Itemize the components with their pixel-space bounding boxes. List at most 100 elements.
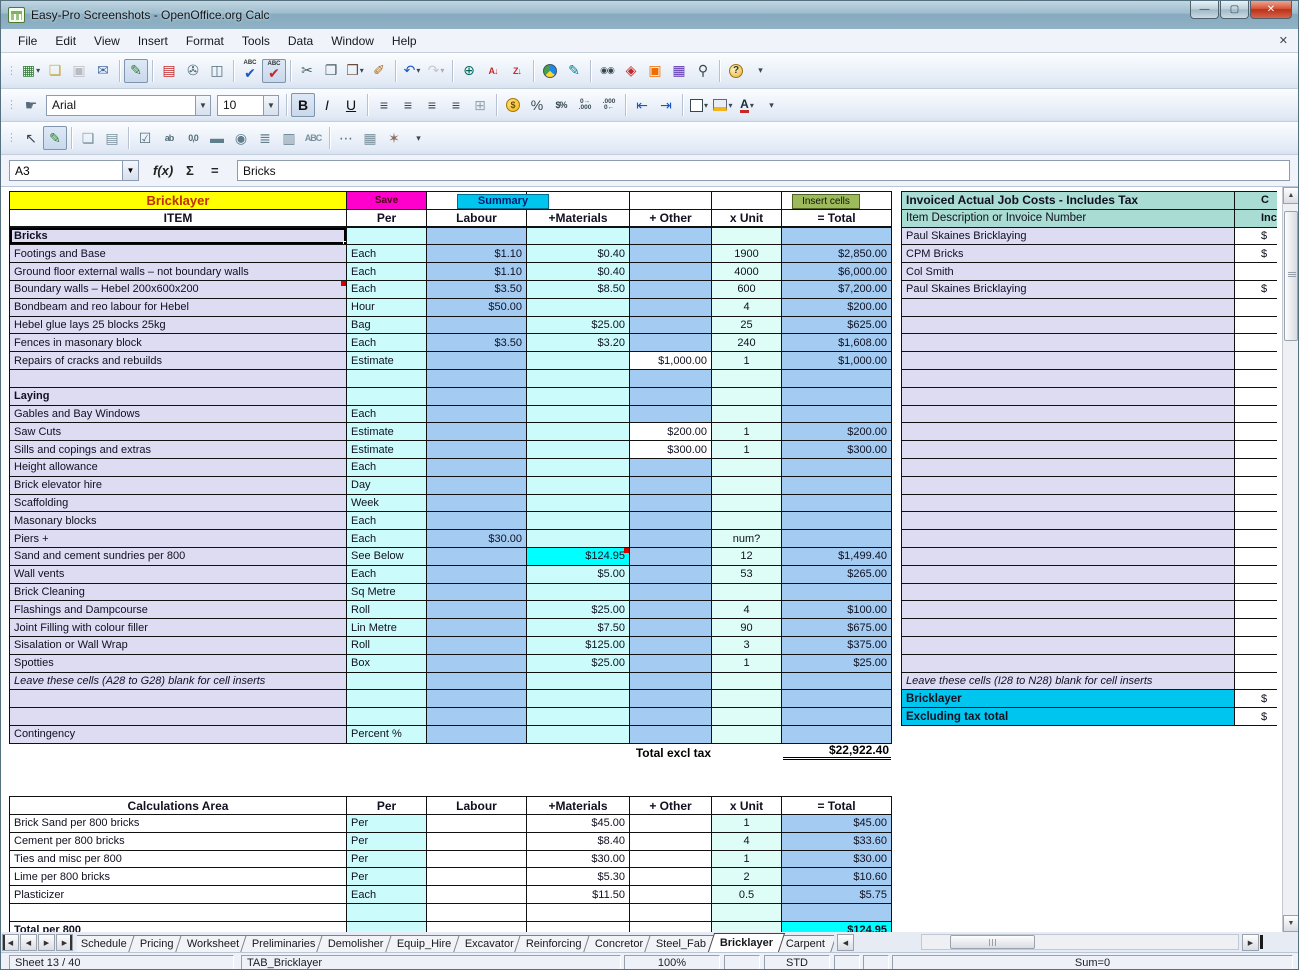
calc-materials-cell[interactable]: $8.40: [527, 833, 630, 851]
column-header-total[interactable]: = Total: [782, 210, 892, 227]
materials-cell[interactable]: [527, 673, 630, 691]
paste-button[interactable]: ❒▾: [343, 59, 367, 83]
item-cell[interactable]: Leave these cells (A28 to G28) blank for…: [10, 673, 347, 691]
calc-unit-cell[interactable]: [712, 904, 782, 922]
unit-cell[interactable]: 240: [712, 334, 782, 352]
other-cell[interactable]: [630, 334, 712, 352]
total-cell[interactable]: $2,850.00: [782, 245, 892, 263]
item-cell[interactable]: Gables and Bay Windows: [10, 406, 347, 424]
new-document-button[interactable]: ▦▾: [19, 59, 43, 83]
auto-spellcheck-button[interactable]: ✔ABC: [262, 59, 286, 83]
materials-cell[interactable]: [527, 352, 630, 370]
calc-other-cell[interactable]: [630, 868, 712, 886]
export-as-pdf-button[interactable]: ▤: [157, 59, 181, 83]
calc-grand-total-cell[interactable]: $124.95: [782, 922, 892, 932]
unit-cell[interactable]: 3: [712, 637, 782, 655]
function-button[interactable]: =: [211, 163, 219, 178]
item-cell[interactable]: Contingency: [10, 726, 347, 744]
sheet-tab-equip_hire[interactable]: Equip_Hire: [385, 935, 463, 952]
item-cell[interactable]: Saw Cuts: [10, 423, 347, 441]
total-cell[interactable]: [782, 370, 892, 388]
align-right-button[interactable]: ≡: [420, 93, 444, 117]
invoice-value-cell[interactable]: [1235, 512, 1277, 530]
invoice-desc-cell[interactable]: [902, 495, 1235, 513]
other-cell[interactable]: [630, 673, 712, 691]
zoom-level-field[interactable]: 100%: [624, 955, 720, 970]
menu-view[interactable]: View: [85, 31, 129, 51]
item-cell[interactable]: Scaffolding: [10, 495, 347, 513]
other-cell[interactable]: [630, 708, 712, 726]
per-cell[interactable]: Each: [347, 263, 427, 281]
item-cell[interactable]: Height allowance: [10, 459, 347, 477]
invoice-desc-cell[interactable]: [902, 299, 1235, 317]
name-box[interactable]: A3 ▼: [9, 160, 139, 181]
materials-cell[interactable]: [527, 584, 630, 602]
menu-help[interactable]: Help: [383, 31, 426, 51]
unit-cell[interactable]: 53: [712, 566, 782, 584]
calc-total-cell[interactable]: $45.00: [782, 815, 892, 833]
calc-per-cell[interactable]: Each: [347, 886, 427, 904]
calc-per-cell[interactable]: Per: [347, 815, 427, 833]
invoice-value-cell[interactable]: [1235, 530, 1277, 548]
materials-cell[interactable]: [527, 495, 630, 513]
undo-button[interactable]: ↶▾: [400, 59, 424, 83]
invoice-value-cell[interactable]: [1235, 495, 1277, 513]
hyperlink-button[interactable]: ⊕: [457, 59, 481, 83]
menu-insert[interactable]: Insert: [129, 31, 177, 51]
other-cell[interactable]: [630, 548, 712, 566]
labour-cell[interactable]: [427, 708, 527, 726]
invoice-desc-cell[interactable]: Paul Skaines Bricklaying: [902, 281, 1235, 299]
total-cell[interactable]: [782, 477, 892, 495]
calc-per-cell[interactable]: [347, 904, 427, 922]
borders-button[interactable]: ▾: [687, 93, 711, 117]
invoice-value-cell[interactable]: $: [1235, 245, 1277, 263]
invoice-value-cell[interactable]: [1235, 584, 1277, 602]
materials-cell[interactable]: [527, 441, 630, 459]
calc-other-cell[interactable]: [630, 851, 712, 869]
function-wizard-button[interactable]: f(x): [153, 163, 173, 178]
per-cell[interactable]: [347, 690, 427, 708]
labour-cell[interactable]: [427, 352, 527, 370]
unit-cell[interactable]: 90: [712, 619, 782, 637]
item-cell[interactable]: Bricks: [10, 228, 347, 246]
calc-total-cell[interactable]: $33.60: [782, 833, 892, 851]
calc-materials-cell[interactable]: $45.00: [527, 815, 630, 833]
invoice-value-cell[interactable]: [1235, 334, 1277, 352]
unit-cell[interactable]: 1: [712, 655, 782, 673]
invoice-desc-cell[interactable]: Item Description or Invoice Number: [902, 210, 1235, 228]
blank-cell[interactable]: [712, 192, 782, 210]
unit-cell[interactable]: 600: [712, 281, 782, 299]
calc-per-cell[interactable]: Per: [347, 833, 427, 851]
materials-cell[interactable]: [527, 299, 630, 317]
labour-cell[interactable]: [427, 495, 527, 513]
invoice-value-cell[interactable]: $: [1235, 690, 1277, 708]
align-justify-button[interactable]: ≡: [444, 93, 468, 117]
sheet-tab-bricklayer[interactable]: Bricklayer: [707, 933, 784, 952]
other-cell[interactable]: [630, 388, 712, 406]
total-cell[interactable]: $1,499.40: [782, 548, 892, 566]
calc-labour-cell[interactable]: [427, 815, 527, 833]
calc-other-cell[interactable]: [630, 815, 712, 833]
scroll-up-icon[interactable]: ▲: [1283, 187, 1298, 204]
gallery-button[interactable]: ▣: [643, 59, 667, 83]
materials-cell[interactable]: [527, 726, 630, 744]
total-cell[interactable]: $6,000.00: [782, 263, 892, 281]
merge-cells-button[interactable]: ⊞: [468, 93, 492, 117]
labour-cell[interactable]: $30.00: [427, 530, 527, 548]
per-cell[interactable]: See Below: [347, 548, 427, 566]
paste-dropdown-icon[interactable]: ▾: [360, 66, 364, 75]
menu-format[interactable]: Format: [177, 31, 233, 51]
calc-labour-cell[interactable]: [427, 833, 527, 851]
invoice-desc-cell[interactable]: [902, 406, 1235, 424]
invoice-value-cell[interactable]: $: [1235, 228, 1277, 246]
other-cell[interactable]: [630, 619, 712, 637]
other-cell[interactable]: [630, 601, 712, 619]
materials-cell[interactable]: [527, 406, 630, 424]
menu-tools[interactable]: Tools: [233, 31, 279, 51]
item-cell[interactable]: Wall vents: [10, 566, 347, 584]
calc-other-cell[interactable]: [630, 904, 712, 922]
total-excl-tax-value[interactable]: $22,922.40: [783, 743, 891, 760]
item-cell[interactable]: Footings and Base: [10, 245, 347, 263]
invoice-desc-cell[interactable]: [902, 423, 1235, 441]
materials-cell[interactable]: [527, 370, 630, 388]
